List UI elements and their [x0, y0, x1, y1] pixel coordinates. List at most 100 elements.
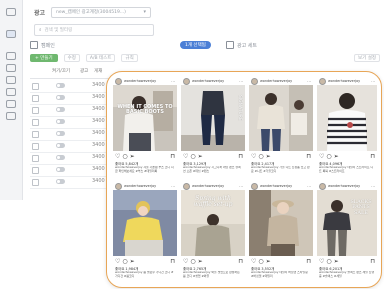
row-toggle[interactable]: [56, 143, 65, 148]
audience-icon[interactable]: [6, 88, 16, 96]
send-icon[interactable]: ➢: [266, 153, 271, 160]
send-icon[interactable]: ➢: [198, 258, 203, 265]
send-icon[interactable]: ➢: [130, 258, 135, 265]
campaign-icon[interactable]: [6, 30, 16, 38]
more-dots-icon[interactable]: ⋯: [171, 79, 175, 84]
row-toggle[interactable]: [56, 83, 65, 88]
post-caption: wonderhoweverjoy 데일리 스트라이프 니트 룩북 #스트라이프: [319, 166, 374, 173]
heart-icon[interactable]: ♡: [319, 153, 324, 160]
post-card[interactable]: wonderhoweverjoy ⋯ SIGNATURE ♡ ○ ➢ ⊓ 좋아요 3,1…: [181, 77, 245, 177]
more-dots-icon[interactable]: ⋯: [307, 79, 311, 84]
post-card[interactable]: wonderhoweverjoy ⋯ ♡ ○ ➢ ⊓ 좋아요 3,552개 wonder…: [249, 182, 313, 282]
post-actions: ♡ ○ ➢ ⊓: [319, 153, 375, 160]
menu-icon[interactable]: [6, 8, 16, 16]
post-card[interactable]: wonderhoweverjoy ⋯ ♡ ○ ➢ ⊓ 좋아요 2,417개 wonder…: [249, 77, 313, 177]
row-checkbox[interactable]: [32, 179, 39, 186]
toolbar-item[interactable]: A/B 테스트: [85, 54, 116, 62]
row-toggle[interactable]: [56, 119, 65, 124]
more-dots-icon[interactable]: ⋯: [371, 184, 375, 189]
username: wonderhoweverjoy: [260, 184, 293, 188]
post-photo: [249, 190, 313, 256]
row-checkbox[interactable]: [32, 119, 39, 126]
column-header[interactable]: 광고: [80, 68, 88, 74]
send-icon[interactable]: ➢: [334, 153, 339, 160]
heart-icon[interactable]: ♡: [115, 258, 120, 265]
table-row[interactable]: 3400: [30, 176, 110, 189]
row-checkbox[interactable]: [32, 107, 39, 114]
search-placeholder: 검색 및 필터링: [44, 28, 73, 33]
more-dots-icon[interactable]: ⋯: [307, 184, 311, 189]
column-header[interactable]: 게재: [94, 68, 102, 74]
bookmark-icon[interactable]: ⊓: [238, 153, 243, 160]
post-card[interactable]: wonderhoweverjoy ⋯ ♡ ○ ➢ ⊓ 좋아요 1,984개 wonder…: [113, 182, 177, 282]
dashboard-icon[interactable]: [6, 52, 16, 60]
comment-icon[interactable]: ○: [258, 258, 263, 265]
bookmark-icon[interactable]: ⊓: [238, 258, 243, 265]
row-toggle[interactable]: [56, 179, 65, 184]
toolbar-item[interactable]: 규칙: [121, 54, 138, 62]
post-photo: [317, 85, 377, 151]
bookmark-icon[interactable]: ⊓: [170, 153, 175, 160]
heart-icon[interactable]: ♡: [319, 258, 324, 265]
bookmark-icon[interactable]: ⊓: [170, 258, 175, 265]
row-checkbox[interactable]: [32, 155, 39, 162]
column-header[interactable]: 켜기/끄기: [52, 68, 70, 74]
row-checkbox[interactable]: [32, 143, 39, 150]
heart-icon[interactable]: ♡: [183, 258, 188, 265]
post-card[interactable]: wonderhoweverjoy ⋯ SLACKS PANTS SALE ♡ ○ ➢ ⊓…: [317, 182, 377, 282]
send-icon[interactable]: ➢: [334, 258, 339, 265]
row-toggle[interactable]: [56, 167, 65, 172]
tab-campaigns[interactable]: 캠페인: [30, 41, 55, 49]
post-card[interactable]: wonderhoweverjoy ⋯ ♡ ○ ➢ ⊓ 좋아요 4,096개 wonder…: [317, 77, 377, 177]
account-select[interactable]: new_캠페인 광고계정(3004519...) ▾: [51, 6, 152, 18]
more-dots-icon[interactable]: ⋯: [239, 79, 243, 84]
heart-icon[interactable]: ♡: [251, 153, 256, 160]
bookmark-icon[interactable]: ⊓: [370, 258, 375, 265]
report-icon[interactable]: [6, 76, 16, 84]
row-checkbox[interactable]: [32, 83, 39, 90]
comment-icon[interactable]: ○: [190, 153, 195, 160]
avatar: [319, 77, 326, 85]
more-dots-icon[interactable]: ⋯: [239, 184, 243, 189]
create-button[interactable]: + 만들기: [30, 54, 58, 62]
avatar: [115, 77, 122, 85]
row-checkbox[interactable]: [32, 167, 39, 174]
row-toggle[interactable]: [56, 95, 65, 100]
settings-icon[interactable]: [6, 112, 16, 120]
tab-ad-sets[interactable]: 광고 세트: [226, 41, 257, 49]
selected-count-badge[interactable]: 1개 선택됨: [180, 41, 211, 49]
comment-icon[interactable]: ○: [122, 153, 127, 160]
row-toggle[interactable]: [56, 155, 65, 160]
send-icon[interactable]: ➢: [130, 153, 135, 160]
calendar-icon[interactable]: [6, 64, 16, 72]
more-dots-icon[interactable]: ⋯: [171, 184, 175, 189]
row-number: 3400: [92, 130, 105, 136]
post-card[interactable]: wonderhoweverjoy ⋯ WHEN IT COMES TO BASIC…: [113, 77, 177, 177]
send-icon[interactable]: ➢: [266, 258, 271, 265]
row-checkbox[interactable]: [32, 95, 39, 102]
heart-icon[interactable]: ♡: [115, 153, 120, 160]
heart-icon[interactable]: ♡: [183, 153, 188, 160]
more-dots-icon[interactable]: ⋯: [371, 79, 375, 84]
comment-icon[interactable]: ○: [326, 258, 331, 265]
comment-icon[interactable]: ○: [190, 258, 195, 265]
avatar: [115, 182, 122, 190]
toolbar-item[interactable]: 보기 설정: [354, 54, 380, 62]
search-input[interactable]: ⌕ 검색 및 필터링: [34, 24, 154, 36]
tools-icon[interactable]: [6, 100, 16, 108]
bookmark-icon[interactable]: ⊓: [306, 258, 311, 265]
bookmark-icon[interactable]: ⊓: [306, 153, 311, 160]
comment-icon[interactable]: ○: [326, 153, 331, 160]
heart-icon[interactable]: ♡: [251, 258, 256, 265]
post-card[interactable]: wonderhoweverjoy ⋯ Spring with waffle set…: [181, 182, 245, 282]
bookmark-icon[interactable]: ⊓: [370, 153, 375, 160]
comment-icon[interactable]: ○: [258, 153, 263, 160]
post-caption: wonderhoweverjoy 봄 옐로우 가디건 코디 #가디건 #봄코디: [115, 271, 174, 278]
row-toggle[interactable]: [56, 131, 65, 136]
toolbar-item[interactable]: 수정: [63, 54, 80, 62]
send-icon[interactable]: ➢: [198, 153, 203, 160]
row-toggle[interactable]: [56, 107, 65, 112]
row-checkbox[interactable]: [32, 131, 39, 138]
comment-icon[interactable]: ○: [122, 258, 127, 265]
username: wonderhoweverjoy: [192, 79, 225, 83]
